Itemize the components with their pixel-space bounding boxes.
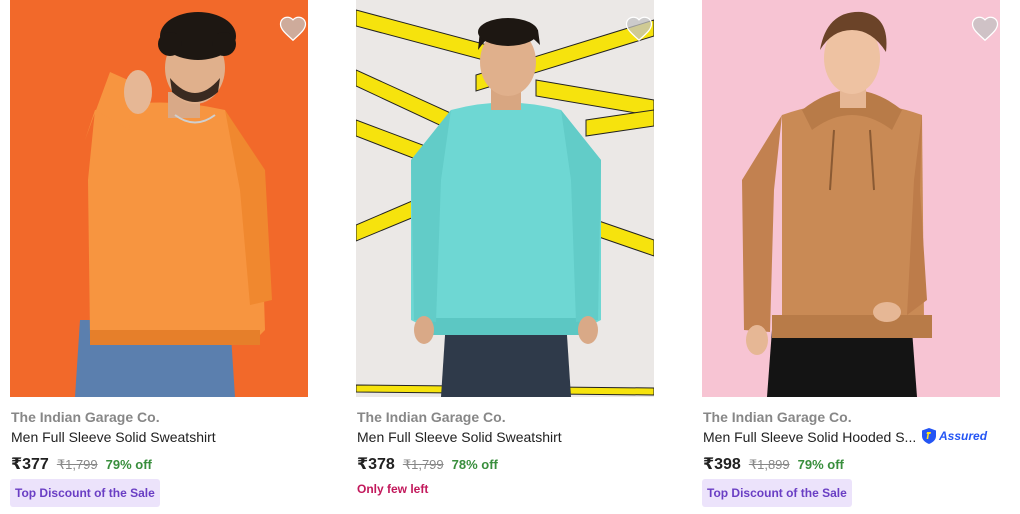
assured-label: Assured xyxy=(939,429,988,443)
stock-status: Only few left xyxy=(357,482,429,496)
offer-tag: Top Discount of the Sale xyxy=(10,479,160,507)
shield-icon xyxy=(922,428,936,444)
heart-icon[interactable] xyxy=(970,14,1000,44)
price-row: ₹398 ₹1,899 79% off xyxy=(703,454,844,474)
discount-percent: 79% off xyxy=(797,457,844,472)
offer-tag: Top Discount of the Sale xyxy=(702,479,852,507)
brand-name: The Indian Garage Co. xyxy=(703,409,852,425)
original-price: ₹1,799 xyxy=(56,457,98,472)
price-row: ₹377 ₹1,799 79% off xyxy=(11,454,152,474)
price-row: ₹378 ₹1,799 78% off xyxy=(357,454,498,474)
product-title[interactable]: Men Full Sleeve Solid Hooded S... xyxy=(703,429,916,445)
selling-price: ₹377 xyxy=(11,456,49,473)
original-price: ₹1,899 xyxy=(748,457,790,472)
product-image[interactable] xyxy=(702,0,1000,397)
selling-price: ₹398 xyxy=(703,456,741,473)
selling-price: ₹378 xyxy=(357,456,395,473)
product-card[interactable]: The Indian Garage Co. Men Full Sleeve So… xyxy=(356,0,654,514)
product-title[interactable]: Men Full Sleeve Solid Sweatshirt xyxy=(11,429,216,445)
assured-badge: Assured xyxy=(921,427,987,445)
heart-icon[interactable] xyxy=(624,14,654,44)
brand-name: The Indian Garage Co. xyxy=(11,409,160,425)
brand-name: The Indian Garage Co. xyxy=(357,409,506,425)
product-image[interactable] xyxy=(356,0,654,397)
product-card[interactable]: The Indian Garage Co. Men Full Sleeve So… xyxy=(10,0,308,514)
product-card[interactable]: The Indian Garage Co. Men Full Sleeve So… xyxy=(702,0,1000,514)
original-price: ₹1,799 xyxy=(402,457,444,472)
discount-percent: 78% off xyxy=(451,457,498,472)
discount-percent: 79% off xyxy=(105,457,152,472)
heart-icon[interactable] xyxy=(278,14,308,44)
product-image[interactable] xyxy=(10,0,308,397)
product-title[interactable]: Men Full Sleeve Solid Sweatshirt xyxy=(357,429,562,445)
